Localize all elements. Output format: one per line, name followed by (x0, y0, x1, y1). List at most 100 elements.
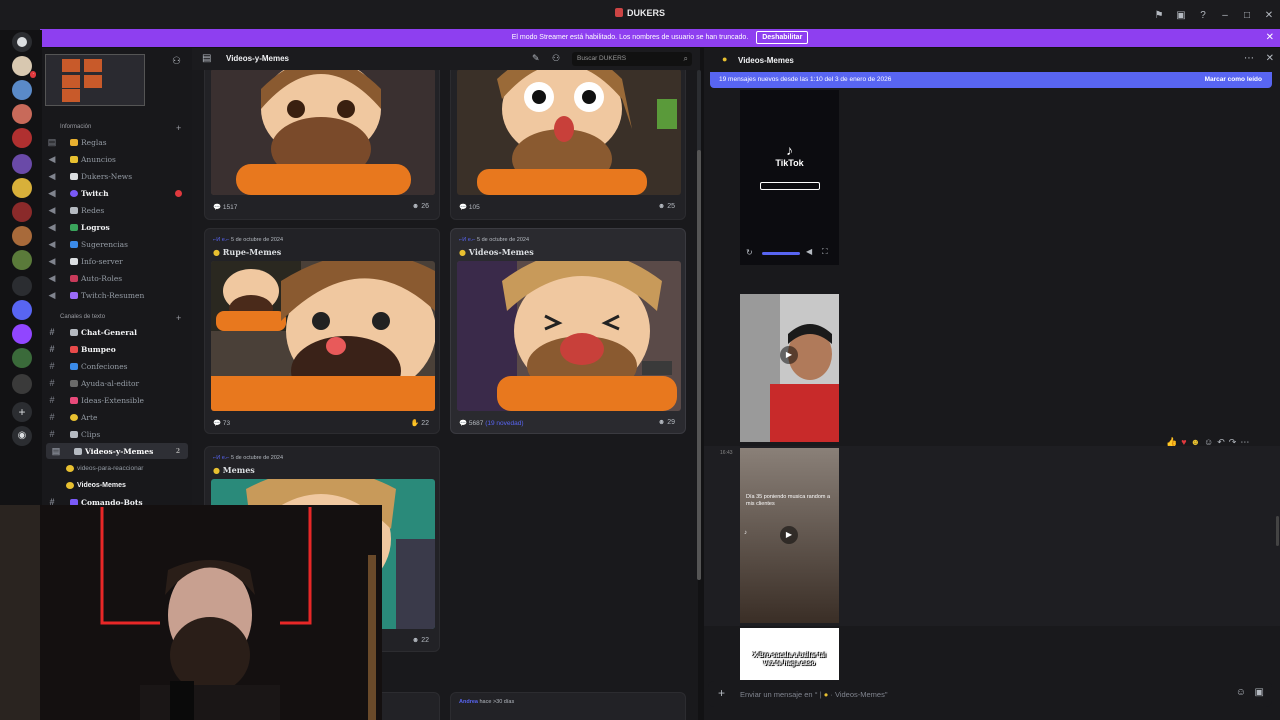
maximize-icon[interactable]: □ (1236, 10, 1258, 21)
emoji-picker-icon[interactable]: ☺ (1236, 687, 1246, 698)
add-server-icon[interactable]: + (12, 402, 32, 422)
channel-sugerencias[interactable]: ◀ Sugerencias (42, 236, 190, 252)
thread-videos-para-reaccionar[interactable]: videos-para-reaccionar (42, 460, 190, 476)
new-messages-bar[interactable]: 19 mensajes nuevos desde las 1:10 del 3 … (710, 72, 1272, 88)
channel-twitch-resumen[interactable]: ◀ Twitch-Resumen (42, 287, 190, 303)
volume-slider[interactable] (762, 252, 800, 255)
announce-icon: ◀ (48, 221, 56, 232)
channel-twitch[interactable]: ◀ Twitch (42, 185, 190, 201)
channel-bumpeo[interactable]: # Bumpeo (42, 341, 190, 357)
twitch-icon[interactable] (12, 324, 32, 344)
forum-scrollbar-thumb[interactable] (697, 150, 701, 580)
category-text-channels[interactable]: Canales de texto + (60, 313, 181, 323)
mark-as-read-button[interactable]: Marcar como leído (1205, 72, 1262, 88)
server-avatar[interactable] (12, 276, 32, 296)
close-icon[interactable]: ✕ (1266, 53, 1274, 64)
fullscreen-icon[interactable]: ⛶ (822, 247, 828, 257)
video-embed[interactable]: Día 35 poniendo musica random a mis clie… (740, 448, 839, 623)
emoji-icon (70, 138, 78, 146)
channel-videos-y-memes[interactable]: ▤ Videos-y-Memes 2 (46, 443, 188, 459)
chat-scrollbar-thumb[interactable] (1276, 516, 1279, 546)
server-avatar[interactable] (12, 250, 32, 270)
post-image (211, 70, 435, 195)
home-icon[interactable] (12, 32, 32, 52)
gif-icon[interactable]: ▣ (1255, 687, 1264, 698)
webcam-feed (0, 505, 382, 720)
server-avatar[interactable] (12, 226, 32, 246)
server-avatar[interactable] (12, 202, 32, 222)
channel-confeciones[interactable]: # Confeciones (42, 358, 190, 374)
members-icon[interactable]: ⚇ (552, 53, 560, 64)
emoji-icon (66, 481, 74, 489)
channel-logros[interactable]: ◀ Logros (42, 219, 190, 235)
channel-chat-general[interactable]: # Chat-General (42, 324, 190, 340)
post-image (457, 261, 681, 411)
forum-post-card[interactable]: 💬 105 ☻ 25 (450, 70, 686, 220)
reaction-badge[interactable]: ☻ 26 (412, 203, 429, 210)
channel-info-server[interactable]: ◀ Info-server (42, 253, 190, 269)
discover-icon[interactable]: ◉ (12, 426, 32, 446)
reaction-emoji-icon: ☻ (657, 419, 666, 426)
attach-icon[interactable]: + (718, 686, 725, 700)
replay-icon[interactable]: ↻ (746, 248, 753, 257)
channel-ideas-extensible[interactable]: # Ideas-Extensible (42, 392, 190, 408)
channel-dukers-news[interactable]: ◀ Dukers-News (42, 168, 190, 184)
channel-clips[interactable]: # Clips (42, 426, 190, 442)
video-embed[interactable]: ▶ (740, 294, 839, 442)
channel-ayuda-al-editor[interactable]: # Ayuda-al-editor (42, 375, 190, 391)
window-titlebar: DUKERS ⚑ ▣ ? – □ ✕ (0, 0, 1280, 30)
play-icon[interactable]: ▶ (780, 526, 798, 544)
reaction-badge[interactable]: ☻ 22 (412, 637, 429, 644)
message-input[interactable]: + Enviar un mensaje en ° | ● · Videos-Me… (708, 681, 1272, 707)
emoji-icon (70, 379, 78, 387)
channel-arte[interactable]: # Arte (42, 409, 190, 425)
minimize-icon[interactable]: – (1214, 10, 1236, 21)
server-avatar[interactable] (12, 80, 32, 100)
channel-redes[interactable]: ◀ Redes (42, 202, 190, 218)
announce-icon: ◀ (48, 238, 56, 249)
server-avatar[interactable] (12, 104, 32, 124)
twitch-icon[interactable] (12, 300, 32, 320)
emoji-icon (70, 206, 78, 214)
server-avatar[interactable] (12, 348, 32, 368)
forum-icon: ▤ (47, 136, 57, 147)
notification-off-icon[interactable]: ✎ (532, 53, 540, 64)
reaction-badge[interactable]: ☻ 29 (658, 419, 675, 426)
server-avatar[interactable] (12, 154, 32, 174)
video-embed[interactable]: ♪ TikTok ↻ ◀ ⛶ (740, 90, 839, 265)
thread-videos-memes[interactable]: Videos-Memes (42, 477, 190, 493)
add-channel-icon[interactable]: + (176, 313, 181, 323)
server-avatar[interactable] (12, 374, 32, 394)
category-info[interactable]: Información + (60, 123, 181, 133)
reaction-badge[interactable]: ☻ 25 (658, 203, 675, 210)
help-icon[interactable]: ? (1192, 10, 1214, 21)
inbox-icon[interactable]: ⚑ (1148, 10, 1170, 21)
close-icon[interactable]: ✕ (1258, 10, 1280, 21)
more-icon[interactable]: ⋯ (1244, 53, 1254, 64)
add-channel-icon[interactable]: + (176, 123, 181, 133)
forum-post-card[interactable]: Andrea hace >30 días (450, 692, 686, 720)
forum-post-card[interactable]: ⌐И e.⌐ 5 de octubre de 2024 ● Rupe-Memes… (204, 228, 440, 434)
emoji-icon (70, 223, 78, 231)
reaction-badge[interactable]: ✋ 22 (411, 419, 429, 427)
server-avatar[interactable] (12, 128, 32, 148)
channel-reglas[interactable]: ▤ Reglas (42, 134, 190, 150)
meme-image[interactable]: X Bro sacala a bailar tal vez te haga ca… (740, 628, 839, 680)
forum-post-card[interactable]: 💬 1517 ☻ 26 (204, 70, 440, 220)
reaction-emoji-icon: ☻ (411, 203, 420, 210)
search-input[interactable]: Buscar DUKERS ⌕ (572, 52, 692, 66)
channel-anuncios[interactable]: ◀ Anuncios (42, 151, 190, 167)
server-avatar[interactable]: · (12, 56, 36, 78)
channel-auto-roles[interactable]: ◀ Auto-Roles (42, 270, 190, 286)
add-member-icon[interactable]: ⚇ (172, 56, 181, 67)
video-caption: Día 35 poniendo musica random a mis clie… (746, 494, 831, 507)
close-banner-icon[interactable]: ✕ (1266, 29, 1274, 47)
server-icon (614, 8, 623, 17)
disable-button[interactable]: Deshabilitar (756, 31, 809, 44)
screen-icon[interactable]: ▣ (1170, 10, 1192, 21)
volume-icon[interactable]: ◀ (806, 247, 812, 256)
server-avatar[interactable] (12, 178, 32, 198)
forum-post-card-active[interactable]: ⌐И e.⌐ 5 de octubre de 2024 ● Videos-Mem… (450, 228, 686, 434)
play-icon[interactable]: ▶ (780, 346, 798, 364)
search-icon: ⌕ (683, 54, 688, 63)
